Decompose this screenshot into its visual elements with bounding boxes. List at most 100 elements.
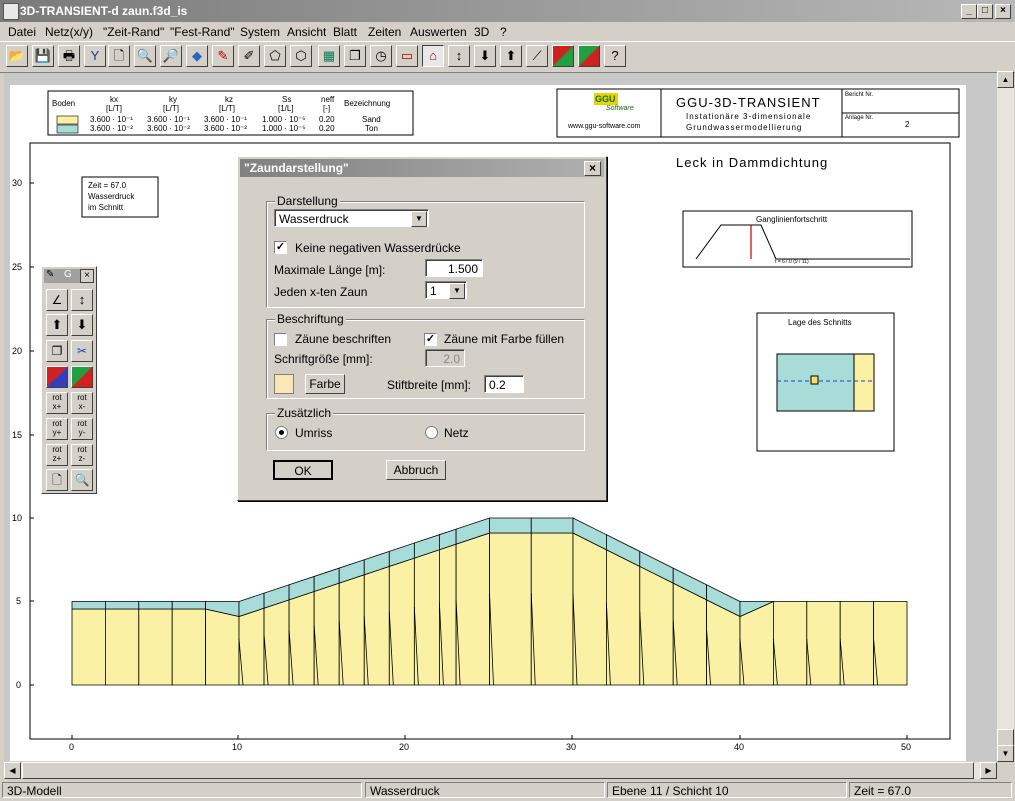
edit-button[interactable]: ✐ bbox=[238, 45, 260, 67]
grid-button[interactable]: ▦ bbox=[318, 45, 340, 67]
menu-fest-rand[interactable]: "Fest-Rand" bbox=[170, 25, 235, 39]
menu-blatt[interactable]: Blatt bbox=[333, 25, 357, 39]
palette-arrow-down-button[interactable]: ⬇ bbox=[71, 314, 93, 336]
open-folder-button[interactable]: 📂 bbox=[6, 45, 28, 67]
color-map-button[interactable]: ■ bbox=[552, 45, 574, 67]
palette-color-map-button[interactable] bbox=[71, 366, 93, 388]
menu-zeiten[interactable]: Zeiten bbox=[368, 25, 401, 39]
scroll-right-icon[interactable]: ▶ bbox=[980, 762, 997, 779]
line-button[interactable]: ⟋ bbox=[526, 45, 548, 67]
palette-color-button[interactable] bbox=[46, 366, 68, 388]
palette-arrow-up-button[interactable]: ⬆ bbox=[46, 314, 68, 336]
chevron-down-icon[interactable]: ▼ bbox=[411, 211, 427, 227]
palette-zoom-button[interactable]: 🔍 bbox=[71, 469, 93, 491]
polygon-button[interactable]: ⬠ bbox=[264, 45, 286, 67]
print-button[interactable]: 🖶 bbox=[58, 45, 80, 67]
fill-color-label: Zäune mit Farbe füllen bbox=[444, 332, 565, 346]
save-button[interactable]: 💾 bbox=[32, 45, 54, 67]
app-icon[interactable] bbox=[3, 3, 19, 20]
arrow-down-button[interactable]: ⬇ bbox=[474, 45, 496, 67]
paint-button[interactable]: ✎ bbox=[212, 45, 234, 67]
palette-copy-button[interactable]: ❐ bbox=[46, 340, 68, 362]
rot-y-plus-button[interactable]: rot y+ bbox=[46, 418, 68, 440]
menu-auswerten[interactable]: Auswerten bbox=[410, 25, 467, 39]
dialog-title-bar[interactable]: "Zaundarstellung" × bbox=[240, 159, 604, 177]
fence-sand bbox=[413, 549, 440, 686]
program-subtitle-2: Grundwassermodellierung bbox=[686, 123, 803, 132]
diagram-button[interactable]: ⌂ bbox=[422, 45, 444, 67]
every-nth-select[interactable]: 1 ▼ bbox=[425, 281, 467, 299]
horizontal-scrollbar[interactable]: ◀ ▶ bbox=[4, 762, 997, 779]
font-size-label: Schriftgröße [mm]: bbox=[274, 352, 373, 366]
clock-button[interactable]: ◷ bbox=[370, 45, 392, 67]
dialog-close-button[interactable]: × bbox=[584, 161, 601, 176]
vertical-scrollbar[interactable]: ▲ ▼ bbox=[997, 71, 1014, 762]
menu-bar: Datei Netz(x/y) "Zeit-Rand" "Fest-Rand" … bbox=[0, 22, 1015, 41]
polygon2-button[interactable]: ⬡ bbox=[290, 45, 312, 67]
arrow-up-button[interactable]: ⬆ bbox=[500, 45, 522, 67]
maximize-button[interactable]: □ bbox=[977, 4, 993, 19]
move-button[interactable]: ◆ bbox=[186, 45, 208, 67]
max-length-input[interactable]: 1.500 bbox=[425, 259, 483, 277]
palette-close-button[interactable]: × bbox=[80, 269, 94, 283]
palette-zoom-page-button[interactable]: 🗋 bbox=[46, 469, 68, 491]
menu-zeit-rand[interactable]: "Zeit-Rand" bbox=[103, 25, 164, 39]
tool-palette[interactable]: ✎ G × ∠ ↕ ⬆ ⬇ ❐ ✂ rot x+ rot x- rot y+ rot y… bbox=[41, 266, 97, 494]
rot-label: rot bbox=[52, 393, 62, 402]
menu-datei[interactable]: Datei bbox=[8, 25, 36, 39]
color-map-2-button[interactable]: ■ bbox=[578, 45, 600, 67]
palette-double-arrow-button[interactable]: ↕ bbox=[71, 289, 93, 311]
palette-cut-button[interactable]: ✂ bbox=[71, 340, 93, 362]
schnitt-sand bbox=[853, 353, 875, 412]
rot-axis-label: y+ bbox=[52, 428, 62, 437]
fence-color-swatch[interactable] bbox=[274, 374, 294, 394]
fence-ton bbox=[489, 517, 532, 534]
zoom-page-button[interactable]: 🗋 bbox=[108, 45, 130, 67]
cancel-button[interactable]: Abbruch bbox=[386, 460, 446, 480]
legend-col-neff: neff bbox=[321, 95, 335, 104]
x-tick: 0 bbox=[69, 742, 75, 752]
polygon-2-icon: ⬡ bbox=[295, 48, 307, 63]
rot-z-minus-button[interactable]: rot z- bbox=[71, 444, 93, 466]
copy-button[interactable]: ❐ bbox=[344, 45, 366, 67]
legend-col-kz: kz bbox=[225, 95, 233, 104]
double-arrow-button[interactable]: ↕ bbox=[448, 45, 470, 67]
color-button[interactable]: Farbe bbox=[305, 374, 345, 394]
rot-y-minus-button[interactable]: rot y- bbox=[71, 418, 93, 440]
scroll-down-icon[interactable]: ▼ bbox=[997, 745, 1014, 762]
title-bar[interactable]: 3D-TRANSIENT-d zaun.f3d_is _ □ × bbox=[0, 0, 1015, 22]
scroll-up-icon[interactable]: ▲ bbox=[997, 71, 1014, 88]
menu-system[interactable]: System bbox=[240, 25, 280, 39]
pen-width-input[interactable]: 0.2 bbox=[484, 375, 524, 393]
zoom-in-button[interactable]: 🔎 bbox=[160, 45, 182, 67]
close-button[interactable]: × bbox=[995, 4, 1011, 19]
palette-angle-button[interactable]: ∠ bbox=[46, 289, 68, 311]
mode-select[interactable]: Wasserdruck ▼ bbox=[274, 209, 429, 227]
legend-col-bez: Bezeichnung bbox=[344, 99, 391, 108]
menu-ansicht[interactable]: Ansicht bbox=[287, 25, 326, 39]
chevron-down-icon[interactable]: ▼ bbox=[449, 283, 465, 299]
palette-title-bar[interactable]: ✎ G × bbox=[44, 269, 94, 283]
menu-netz[interactable]: Netz(x/y) bbox=[45, 25, 93, 39]
fill-color-checkbox[interactable]: ✓ bbox=[424, 333, 437, 346]
rot-x-minus-button[interactable]: rot x- bbox=[71, 392, 93, 414]
help-button[interactable]: ? bbox=[604, 45, 626, 67]
zoom-out-button[interactable]: 🔍 bbox=[134, 45, 156, 67]
scroll-left-icon[interactable]: ◀ bbox=[4, 762, 21, 779]
label-fences-checkbox[interactable] bbox=[274, 333, 287, 346]
window-button[interactable]: ▭ bbox=[396, 45, 418, 67]
umriss-radio[interactable] bbox=[275, 426, 288, 439]
minimize-button[interactable]: _ bbox=[961, 4, 977, 19]
rot-z-plus-button[interactable]: rot z+ bbox=[46, 444, 68, 466]
netz-radio[interactable] bbox=[425, 426, 438, 439]
rot-x-plus-button[interactable]: rot x+ bbox=[46, 392, 68, 414]
tools-button[interactable]: Y bbox=[84, 45, 106, 67]
legend-sand-kz: 3.600 · 10⁻¹ bbox=[204, 115, 247, 124]
no-negative-checkbox[interactable]: ✓ bbox=[274, 241, 287, 254]
horizontal-scroll-thumb[interactable] bbox=[22, 762, 974, 779]
ok-button[interactable]: OK bbox=[273, 460, 333, 480]
font-size-input[interactable]: 2.0 bbox=[425, 349, 465, 367]
arrow-up-icon: ⬆ bbox=[505, 48, 517, 63]
menu-help[interactable]: ? bbox=[500, 25, 507, 39]
menu-3d[interactable]: 3D bbox=[474, 25, 489, 39]
